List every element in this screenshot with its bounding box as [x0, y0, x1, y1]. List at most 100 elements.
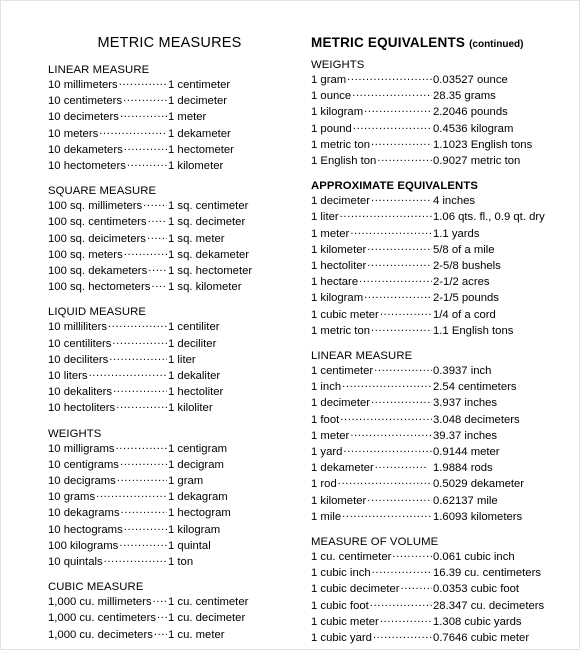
conversion-from: 1 hectare [311, 276, 359, 289]
left-sections-top: LINEAR MEASURE 10 millimeters 1 centimeter… [48, 64, 291, 643]
conversion-row: 10 quintals 1 ton [48, 554, 291, 570]
conversion-row: 10 milliliters 1 centiliter [48, 319, 291, 335]
conversion-to: 0.061 cubic inch [433, 551, 515, 564]
dot-leader [99, 126, 167, 137]
conversion-to: 1 sq. meter [168, 232, 225, 245]
conversion-from: 1 cubic meter [311, 308, 379, 321]
conversion-row: 1 cubic meter 1.308 cubic yards [311, 614, 563, 630]
measure-section: LIQUID MEASURE 10 milliliters 1 centiliter… [48, 306, 291, 416]
conversion-table-page: METRIC MEASURES LINEAR MEASURE 10 millime… [0, 0, 580, 650]
conversion-to: 1 cu. meter [168, 628, 225, 641]
conversion-row: 1 cubic inch 16.39 cu. centimeters [311, 565, 563, 581]
conversion-to: 0.62137 mile [433, 494, 498, 507]
conversion-from: 10 dekameters [48, 143, 123, 156]
dot-leader [123, 93, 167, 104]
conversion-row: 10 hectograms 1 kilogram [48, 522, 291, 538]
conversion-to: 28.35 grams [433, 90, 496, 103]
measure-section: LINEAR MEASURE 1 centimeter 0.3937 inch1 i… [311, 350, 563, 525]
conversion-to: 1.308 cubic yards [433, 615, 522, 628]
dot-leader [359, 274, 432, 285]
conversion-from: 1 cubic decimeter [311, 583, 400, 596]
conversion-row: 100 sq. meters 1 sq. dekameter [48, 247, 291, 263]
page-title-metric-equivalents-continued: METRIC EQUIVALENTS (continued) [311, 35, 563, 50]
conversion-to: 1 sq. kilometer [168, 281, 242, 294]
dot-leader [148, 263, 167, 274]
dot-leader [116, 400, 167, 411]
conversion-to: 0.7646 cubic meter [433, 632, 530, 645]
conversion-to: 1 gram [168, 475, 204, 488]
conversion-from: 1 mile [311, 510, 342, 523]
dot-leader [124, 247, 167, 258]
conversion-row: 1 cubic decimeter 0.0353 cubic foot [311, 581, 563, 597]
conversion-from: 1 English ton [311, 155, 377, 168]
conversion-from: 1,000 cu. decimeters [48, 628, 153, 641]
conversion-row: 1 yard 0.9144 meter [311, 444, 563, 460]
conversion-row: 10 hectoliters 1 kiloliter [48, 400, 291, 416]
conversion-to: 1 hectoliter [168, 386, 224, 399]
conversion-row: 1,000 cu. centimeters 1 cu. decimeter [48, 610, 291, 626]
conversion-to: 1 sq. centimeter [168, 200, 249, 213]
dot-leader [343, 444, 432, 455]
conversion-row: 1 hectoliter 2-5/8 bushels [311, 258, 563, 274]
conversion-to: 1 meter [168, 111, 207, 124]
conversion-row: 1 kilometer 5/8 of a mile [311, 242, 563, 258]
conversion-from: 10 decigrams [48, 475, 116, 488]
conversion-from: 100 sq. centimeters [48, 216, 147, 229]
conversion-from: 10 quintals [48, 556, 103, 569]
conversion-to: 1.9884 rods [433, 462, 493, 475]
dot-leader [372, 565, 432, 576]
conversion-row: 1 inch 2.54 centimeters [311, 379, 563, 395]
conversion-from: 1 kilogram [311, 106, 364, 119]
conversion-from: 1 pound [311, 122, 352, 135]
dot-leader [112, 336, 167, 347]
conversion-row: 1 cubic meter 1/4 of a cord [311, 307, 563, 323]
section-heading: LINEAR MEASURE [48, 64, 150, 76]
conversion-from: 1 centimeter [311, 365, 374, 378]
dot-leader [109, 352, 167, 363]
conversion-row: 100 sq. hectometers 1 sq. kilometer [48, 279, 291, 295]
conversion-from: 1 metric ton [311, 324, 371, 337]
conversion-from: 10 hectograms [48, 523, 123, 536]
conversion-to: 2-1/5 pounds [433, 292, 499, 305]
conversion-row: 1 meter 1.1 yards [311, 226, 563, 242]
dot-leader [375, 460, 428, 471]
conversion-from: 1 cubic meter [311, 615, 379, 628]
dot-leader [119, 77, 167, 88]
dot-leader [347, 72, 432, 83]
conversion-to: 2-1/2 acres [433, 276, 490, 289]
dot-leader [401, 581, 432, 592]
dot-leader [104, 554, 167, 565]
conversion-row: 10 grams 1 dekagram [48, 489, 291, 505]
conversion-to: 1 ton [168, 556, 194, 569]
conversion-to: 1 deciliter [168, 337, 217, 350]
conversion-from: 1,000 cu. millimeters [48, 596, 152, 609]
conversion-row: 10 milligrams 1 centigram [48, 441, 291, 457]
right-column: METRIC EQUIVALENTS (continued) WEIGHTS 1 … [311, 1, 563, 649]
conversion-to: 2.54 centimeters [433, 381, 517, 394]
dot-leader [364, 104, 432, 115]
conversion-row: 1 stere0.2759 cord [311, 646, 563, 649]
dot-leader [392, 549, 432, 560]
conversion-from: 1 meter [311, 429, 350, 442]
section-heading: LINEAR MEASURE [311, 350, 413, 363]
conversion-row: 100 sq. deicimeters 1 sq. meter [48, 231, 291, 247]
conversion-to: 1/4 of a cord [433, 308, 496, 321]
conversion-to: 1 centigram [168, 442, 228, 455]
measure-section: MEASURE OF VOLUME 1 cu. centimeter 0.061 c… [311, 536, 563, 649]
dot-leader [370, 598, 432, 609]
measure-section: SQUARE MEASURE 100 sq. millimeters 1 sq. c… [48, 185, 291, 295]
dot-leader [121, 505, 167, 516]
dot-leader [113, 384, 167, 395]
conversion-to: 0.3937 inch [433, 365, 492, 378]
conversion-to: 3.937 inches [433, 397, 498, 410]
conversion-to: 0.9144 meter [433, 446, 500, 459]
conversion-from: 10 decimeters [48, 111, 119, 124]
conversion-to: 5/8 of a mile [433, 243, 495, 256]
dot-leader [364, 290, 432, 301]
conversion-from: 10 hectoliters [48, 402, 116, 415]
dot-leader [108, 319, 167, 330]
conversion-row: 10 liters 1 dekaliter [48, 368, 291, 384]
conversion-row: 1 dekameter 1.9884 rods [311, 460, 563, 476]
conversion-row: 1 English ton 0.9027 metric ton [311, 153, 563, 169]
dot-leader [377, 153, 432, 164]
